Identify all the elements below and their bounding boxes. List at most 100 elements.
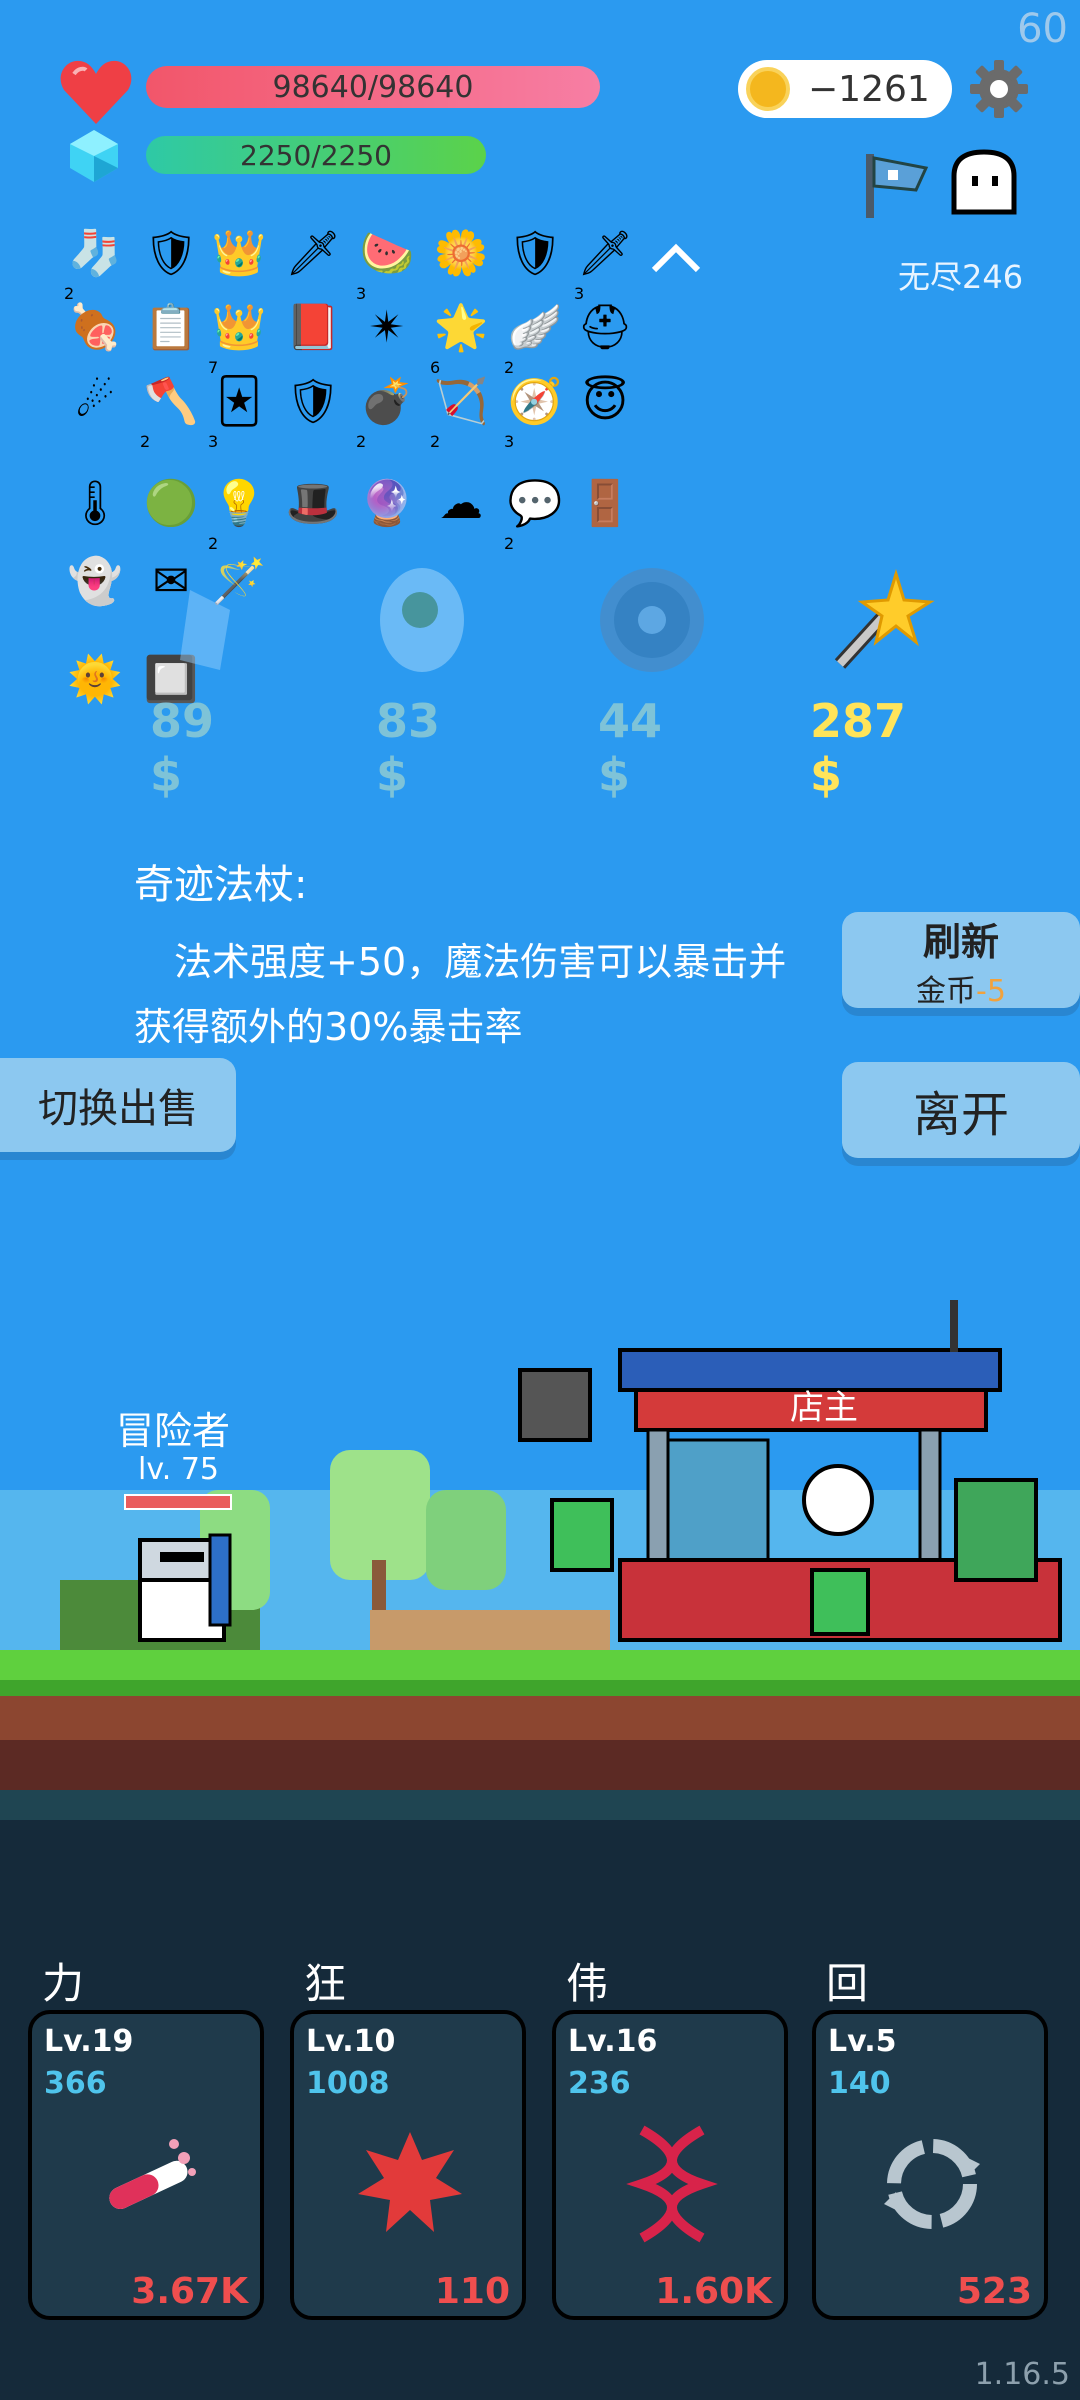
halo-icon: 😇 bbox=[582, 375, 628, 427]
round-shield-icon: 🛡 bbox=[143, 228, 199, 279]
game-scene bbox=[0, 1300, 1080, 1820]
item-count: 2 bbox=[430, 432, 441, 451]
inventory-item[interactable]: 💣 2 bbox=[356, 370, 418, 451]
inventory-item[interactable]: 💬 2 bbox=[504, 472, 566, 553]
inventory-item[interactable]: ☄ bbox=[64, 370, 126, 432]
inventory-item[interactable]: 📕 bbox=[282, 296, 344, 358]
compass-icon: 🧭 bbox=[507, 376, 563, 427]
heart-icon bbox=[60, 60, 132, 124]
inventory-item[interactable]: ☁ bbox=[430, 472, 492, 534]
version-label: 1.16.5 bbox=[974, 2357, 1070, 2392]
inventory-item[interactable]: 😇 bbox=[574, 370, 636, 432]
crystal-ball-icon: 🔮 bbox=[359, 478, 415, 529]
skill-value: 236 bbox=[568, 2066, 631, 2101]
inventory-item[interactable]: 🪽 2 bbox=[504, 296, 566, 377]
inventory-item[interactable]: 🍖 bbox=[64, 296, 126, 358]
inventory-item[interactable]: 🪓 2 bbox=[140, 370, 202, 451]
blade-icon: 🗡 bbox=[577, 228, 633, 279]
shield-icon: 🛡 bbox=[507, 228, 563, 279]
shop-price: 287 $ bbox=[810, 694, 907, 802]
wing-icon: 🪽 bbox=[507, 302, 563, 353]
skill-card[interactable]: Lv.19 366 3.67K bbox=[28, 2010, 264, 2320]
inventory-item[interactable]: 👻 bbox=[64, 550, 126, 612]
inventory-item[interactable]: 🟢 bbox=[140, 472, 202, 534]
rage-splat-icon bbox=[350, 2124, 470, 2244]
shop-price: 83 $ bbox=[376, 694, 441, 802]
gold-crown-icon: 👑 bbox=[211, 302, 267, 353]
inventory-item[interactable]: 🧦 2 bbox=[64, 222, 126, 303]
adventurer-hp-bar bbox=[124, 1494, 232, 1510]
item-desc-title: 奇迹法杖: bbox=[134, 862, 308, 908]
coin-value: −1261 bbox=[808, 68, 930, 110]
inventory-item[interactable]: 📋 bbox=[140, 296, 202, 358]
inventory-item[interactable]: 🔮 bbox=[356, 472, 418, 534]
inventory-item[interactable]: 🛡 bbox=[504, 222, 566, 284]
inventory-item[interactable]: 🍉 3 bbox=[356, 222, 418, 303]
item-desc-line2: 获得额外的30%暴击率 bbox=[134, 1005, 523, 1049]
leave-button[interactable]: 离开 bbox=[842, 1062, 1080, 1158]
inventory-item[interactable]: 🌞 bbox=[64, 648, 126, 710]
cards-icon: 🃏 bbox=[216, 375, 262, 427]
skill-card[interactable]: Lv.16 236 1.60K bbox=[552, 2010, 788, 2320]
inventory-item[interactable]: ✴ bbox=[356, 296, 418, 358]
meteor-icon: ☄ bbox=[75, 375, 115, 427]
skull-book-icon: 📕 bbox=[285, 302, 341, 353]
slime-icon: 🟢 bbox=[143, 478, 199, 529]
skill-level: Lv.10 bbox=[306, 2024, 396, 2059]
inventory-item[interactable]: 💡 2 bbox=[208, 472, 270, 553]
bow-icon: 🏹 bbox=[433, 376, 489, 427]
item-count: 2 bbox=[504, 534, 515, 553]
skill-level: Lv.19 bbox=[44, 2024, 134, 2059]
item-count: 3 bbox=[504, 432, 515, 451]
skill-cost: 3.67K bbox=[131, 2271, 248, 2312]
inventory-item[interactable]: 🃏 3 bbox=[208, 370, 270, 452]
mp-bar: 2250/2250 bbox=[146, 136, 486, 174]
grenade-icon: 💣 bbox=[359, 376, 415, 427]
inventory-item[interactable]: 🎩 bbox=[282, 472, 344, 534]
crystal-shard-icon[interactable] bbox=[150, 570, 270, 690]
inventory-item[interactable]: 🌡 bbox=[64, 472, 126, 534]
inventory-item[interactable]: 🗡 bbox=[282, 222, 344, 284]
skill-card[interactable]: Lv.5 140 523 bbox=[812, 2010, 1048, 2320]
shop-sign: 店主 bbox=[790, 1388, 858, 1428]
inventory-item[interactable]: 🚪 bbox=[574, 472, 636, 534]
inventory-item[interactable]: 🌼 bbox=[430, 222, 492, 284]
inventory-item[interactable]: 🛡 bbox=[140, 222, 202, 284]
flower-icon: 🌼 bbox=[433, 228, 489, 279]
gear-icon[interactable] bbox=[968, 58, 1030, 120]
clipboard-icon: 📋 bbox=[143, 302, 199, 353]
skill-cost: 523 bbox=[956, 2271, 1032, 2312]
inventory-item[interactable]: 👑 bbox=[208, 222, 270, 284]
inventory-item[interactable]: 🌟 6 bbox=[430, 296, 492, 377]
watermelon-icon: 🍉 bbox=[359, 228, 415, 279]
skill-card[interactable]: Lv.10 1008 110 bbox=[290, 2010, 526, 2320]
flag-icon[interactable] bbox=[860, 146, 940, 226]
item-count: 2 bbox=[356, 432, 367, 451]
whirlwind-icon bbox=[872, 2124, 992, 2244]
round-shield-icon[interactable] bbox=[592, 560, 712, 680]
shop-price: 89 $ bbox=[150, 694, 215, 802]
chevron-up-icon[interactable] bbox=[648, 238, 704, 278]
inventory-item[interactable]: 🏹 2 bbox=[430, 370, 492, 451]
shop-price: 44 $ bbox=[598, 694, 663, 802]
door-icon: 🚪 bbox=[577, 478, 633, 529]
inventory-item[interactable]: ⛑ bbox=[574, 296, 636, 358]
inventory-item[interactable]: 🧭 3 bbox=[504, 370, 566, 451]
crown-icon: 👑 bbox=[211, 228, 267, 279]
skill-level: Lv.5 bbox=[828, 2024, 897, 2059]
inventory-item[interactable]: 👑 7 bbox=[208, 296, 270, 377]
skill-value: 1008 bbox=[306, 2066, 390, 2101]
red-shield-icon: 🛡 bbox=[285, 376, 341, 427]
inventory-item[interactable]: 🗡 3 bbox=[574, 222, 636, 303]
skill-cost: 1.60K bbox=[655, 2271, 772, 2312]
cloud-icon: ☁ bbox=[439, 477, 483, 529]
inventory-item[interactable]: 🛡 bbox=[282, 370, 344, 432]
switch-sell-button[interactable]: 切换出售 bbox=[0, 1058, 236, 1152]
ghost-icon[interactable] bbox=[946, 146, 1022, 222]
magic-wand-icon[interactable] bbox=[820, 560, 940, 680]
item-desc-line1: 法术强度+50，魔法伤害可以暴击并 bbox=[174, 940, 787, 984]
refresh-button[interactable]: 刷新 金币-5 bbox=[842, 912, 1080, 1009]
mace-icon: ✴ bbox=[368, 301, 406, 353]
bean-icon[interactable] bbox=[362, 560, 482, 680]
bulb-icon: 💡 bbox=[211, 478, 267, 529]
